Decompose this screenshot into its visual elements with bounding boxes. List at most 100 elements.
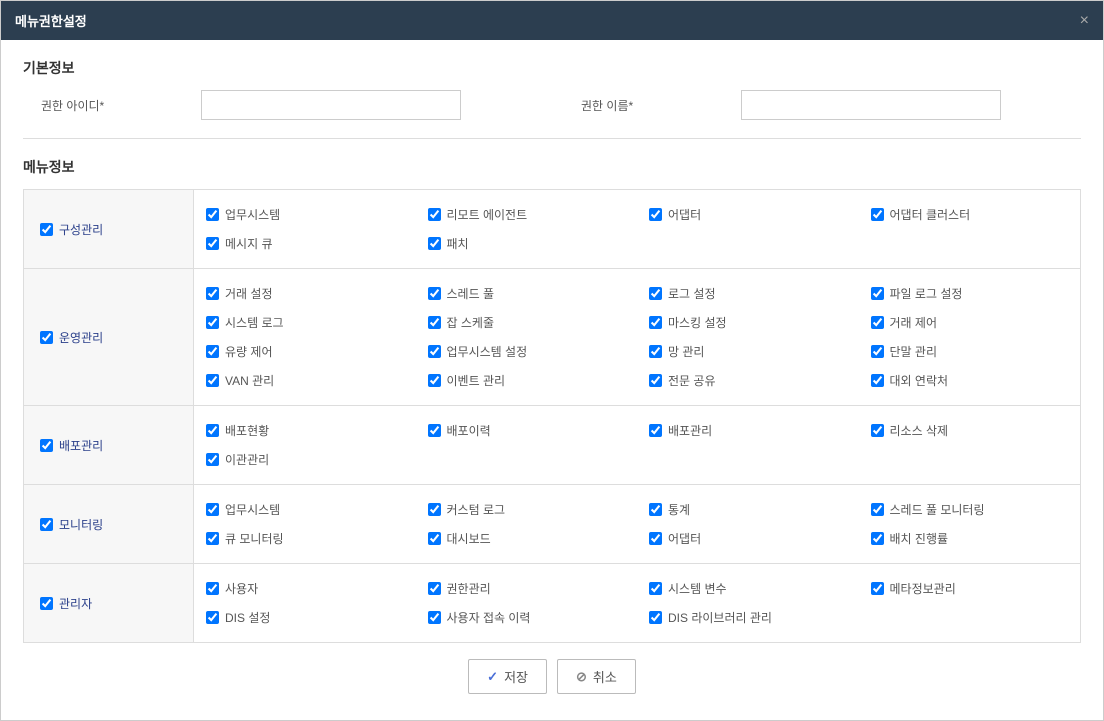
item-checkbox[interactable] — [649, 287, 662, 300]
item-checkbox[interactable] — [206, 532, 219, 545]
group-checkbox[interactable] — [40, 597, 53, 610]
item-label: 커스텀 로그 — [447, 501, 506, 518]
item-checkbox[interactable] — [428, 287, 441, 300]
menu-item: 큐 모니터링 — [194, 524, 416, 553]
permission-id-group: 권한 아이디* — [31, 90, 541, 120]
item-label: 이관관리 — [225, 451, 269, 468]
cancel-icon: ⊘ — [576, 669, 587, 685]
group-checkbox[interactable] — [40, 223, 53, 236]
item-checkbox[interactable] — [871, 582, 884, 595]
item-checkbox[interactable] — [649, 374, 662, 387]
item-checkbox[interactable] — [649, 316, 662, 329]
basic-info-section: 기본정보 권한 아이디* 권한 이름* — [23, 58, 1081, 139]
item-checkbox[interactable] — [428, 532, 441, 545]
item-label: 업무시스템 — [225, 206, 280, 223]
save-button[interactable]: ✓ 저장 — [468, 659, 547, 694]
item-label: 시스템 변수 — [668, 580, 727, 597]
save-label: 저장 — [504, 667, 528, 686]
item-checkbox[interactable] — [206, 582, 219, 595]
menu-item: 메타정보관리 — [859, 574, 1081, 603]
item-label: VAN 관리 — [225, 372, 274, 389]
footer: ✓ 저장 ⊘ 취소 — [23, 643, 1081, 702]
menu-item: 유량 제어 — [194, 337, 416, 366]
item-label: 어댑터 — [668, 530, 701, 547]
item-label: 권한관리 — [447, 580, 491, 597]
item-label: 유량 제어 — [225, 343, 273, 360]
group-label: 모니터링 — [59, 516, 103, 533]
item-checkbox[interactable] — [649, 532, 662, 545]
menu-item: 통계 — [637, 495, 859, 524]
cancel-label: 취소 — [593, 667, 617, 686]
item-label: 배포현황 — [225, 422, 269, 439]
item-label: 로그 설정 — [668, 285, 716, 302]
item-checkbox[interactable] — [428, 237, 441, 250]
group-label: 운영관리 — [59, 329, 103, 346]
item-checkbox[interactable] — [871, 316, 884, 329]
item-checkbox[interactable] — [871, 208, 884, 221]
permission-id-label: 권한 아이디* — [31, 97, 201, 114]
menu-row: 배포관리배포현황배포이력배포관리리소스 삭제이관관리 — [24, 406, 1080, 485]
item-checkbox[interactable] — [871, 287, 884, 300]
item-checkbox[interactable] — [428, 316, 441, 329]
item-checkbox[interactable] — [206, 345, 219, 358]
item-checkbox[interactable] — [206, 611, 219, 624]
item-checkbox[interactable] — [428, 208, 441, 221]
item-label: DIS 설정 — [225, 609, 270, 626]
permission-id-input[interactable] — [201, 90, 461, 120]
item-checkbox[interactable] — [428, 374, 441, 387]
item-label: 메타정보관리 — [890, 580, 956, 597]
item-label: 대시보드 — [447, 530, 491, 547]
item-checkbox[interactable] — [649, 345, 662, 358]
item-label: 통계 — [668, 501, 690, 518]
item-checkbox[interactable] — [871, 374, 884, 387]
item-checkbox[interactable] — [428, 611, 441, 624]
item-checkbox[interactable] — [206, 208, 219, 221]
menu-items-cell: 배포현황배포이력배포관리리소스 삭제이관관리 — [194, 406, 1080, 484]
item-label: 시스템 로그 — [225, 314, 284, 331]
item-checkbox[interactable] — [206, 316, 219, 329]
menu-item: 단말 관리 — [859, 337, 1081, 366]
group-checkbox[interactable] — [40, 439, 53, 452]
close-icon[interactable]: × — [1080, 12, 1089, 30]
item-checkbox[interactable] — [206, 453, 219, 466]
menu-item: 어댑터 클러스터 — [859, 200, 1081, 229]
group-checkbox[interactable] — [40, 518, 53, 531]
menu-row: 관리자사용자권한관리시스템 변수메타정보관리DIS 설정사용자 접속 이력DIS… — [24, 564, 1080, 642]
item-checkbox[interactable] — [428, 345, 441, 358]
item-label: 큐 모니터링 — [225, 530, 284, 547]
basic-info-row: 권한 아이디* 권한 이름* — [23, 90, 1081, 120]
item-label: 이벤트 관리 — [447, 372, 506, 389]
menu-item: 이벤트 관리 — [416, 366, 638, 395]
item-checkbox[interactable] — [871, 503, 884, 516]
item-checkbox[interactable] — [871, 345, 884, 358]
item-checkbox[interactable] — [206, 374, 219, 387]
item-checkbox[interactable] — [871, 532, 884, 545]
item-checkbox[interactable] — [871, 424, 884, 437]
menu-item: 배포현황 — [194, 416, 416, 445]
item-checkbox[interactable] — [428, 503, 441, 516]
item-checkbox[interactable] — [428, 582, 441, 595]
item-label: 리모트 에이전트 — [447, 206, 528, 223]
menu-item: 시스템 로그 — [194, 308, 416, 337]
item-checkbox[interactable] — [206, 424, 219, 437]
item-checkbox[interactable] — [649, 582, 662, 595]
item-checkbox[interactable] — [649, 503, 662, 516]
item-label: 마스킹 설정 — [668, 314, 727, 331]
item-label: 스레드 풀 — [447, 285, 495, 302]
item-checkbox[interactable] — [428, 424, 441, 437]
item-checkbox[interactable] — [649, 208, 662, 221]
cancel-button[interactable]: ⊘ 취소 — [557, 659, 636, 694]
menu-group-cell: 운영관리 — [24, 269, 194, 405]
menu-item: 어댑터 — [637, 200, 859, 229]
item-checkbox[interactable] — [649, 424, 662, 437]
item-label: DIS 라이브러리 관리 — [668, 609, 772, 626]
menu-items-cell: 사용자권한관리시스템 변수메타정보관리DIS 설정사용자 접속 이력DIS 라이… — [194, 564, 1080, 642]
menu-item: 망 관리 — [637, 337, 859, 366]
item-checkbox[interactable] — [206, 287, 219, 300]
group-checkbox[interactable] — [40, 331, 53, 344]
item-checkbox[interactable] — [206, 237, 219, 250]
permission-name-input[interactable] — [741, 90, 1001, 120]
item-checkbox[interactable] — [649, 611, 662, 624]
item-checkbox[interactable] — [206, 503, 219, 516]
menu-table: 구성관리업무시스템리모트 에이전트어댑터어댑터 클러스터메시지 큐패치운영관리거… — [23, 189, 1081, 643]
